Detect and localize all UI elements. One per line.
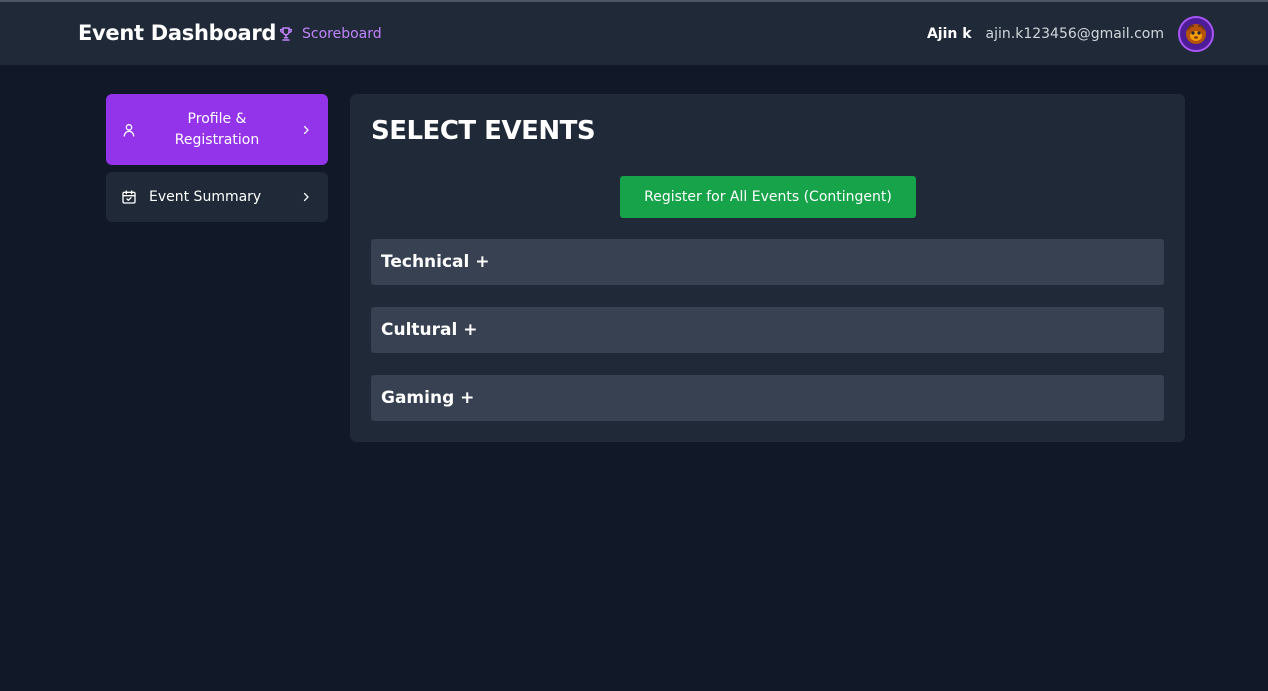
category-cultural[interactable]: Cultural + [371, 307, 1164, 353]
page-title: SELECT EVENTS [371, 116, 596, 146]
avatar-icon [1186, 24, 1206, 44]
user-name: Ajin k [926, 26, 972, 42]
user-icon [123, 123, 135, 137]
category-technical[interactable]: Technical + [371, 239, 1164, 285]
user-info: Ajin k ajin.k123456@gmail.com [927, 16, 1214, 52]
user-email: ajin.k123456@gmail.com [985, 26, 1164, 42]
chevron-right-icon [303, 192, 309, 202]
scoreboard-link[interactable]: Scoreboard [277, 24, 382, 44]
sidebar-item-label: Event Summary [149, 189, 262, 205]
calendar-check-icon [122, 190, 136, 204]
scoreboard-label: Scoreboard [302, 26, 382, 42]
sidebar: Profile & Registration Event Summary [106, 94, 328, 222]
select-events-panel: SELECT EVENTS Register for All Events (C… [350, 94, 1185, 442]
avatar-button[interactable] [1178, 16, 1214, 52]
trophy-icon [279, 27, 293, 41]
sidebar-item-label: Profile & Registration [174, 110, 260, 148]
sidebar-item-event-summary[interactable]: Event Summary [106, 172, 328, 222]
category-gaming[interactable]: Gaming + [371, 375, 1164, 421]
register-all-events-button[interactable]: Register for All Events (Contingent) [620, 176, 916, 218]
chevron-right-icon [303, 125, 309, 134]
sidebar-item-profile-registration[interactable]: Profile & Registration [106, 94, 328, 165]
top-navbar: Event Dashboard Scoreboard Ajin k ajin.k… [0, 2, 1268, 65]
app-title: Event Dashboard [78, 21, 277, 45]
